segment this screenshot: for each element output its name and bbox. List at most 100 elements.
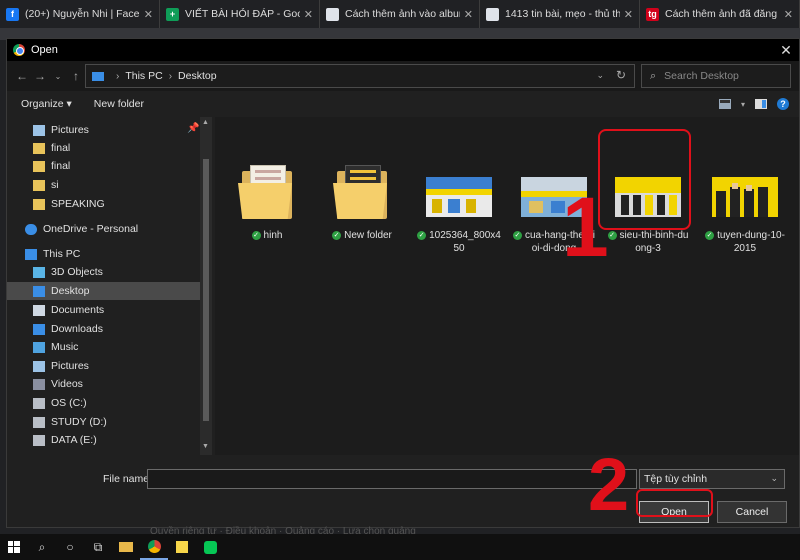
sidebar-item-pictures[interactable]: Pictures	[7, 357, 200, 375]
sidebar-item-label: Videos	[51, 378, 83, 390]
desktop-icon	[33, 285, 45, 297]
close-icon[interactable]: ✕	[773, 42, 799, 59]
close-tab-icon[interactable]: ✕	[304, 8, 313, 21]
file-name-text: New folder	[344, 230, 392, 241]
cancel-button[interactable]: Cancel	[717, 501, 787, 523]
line-app-icon[interactable]	[196, 534, 224, 560]
view-options-icon[interactable]	[718, 99, 731, 109]
recent-locations-chevron-icon[interactable]: ⌄	[49, 72, 67, 81]
scroll-up-icon[interactable]: ▲	[202, 119, 209, 126]
search-icon: ⌕	[650, 69, 657, 82]
task-view-icon[interactable]: ⧉	[84, 534, 112, 560]
scroll-thumb[interactable]	[203, 159, 209, 421]
close-tab-icon[interactable]: ✕	[144, 8, 153, 21]
search-placeholder: Search Desktop	[664, 70, 739, 82]
chrome-icon	[13, 44, 25, 56]
file-item[interactable]: ✓ sieu-thi-binh-duong-3	[606, 165, 690, 255]
refresh-icon[interactable]: ↻	[616, 68, 626, 82]
folder-icon	[33, 198, 45, 210]
close-tab-icon[interactable]: ✕	[624, 8, 633, 21]
computer-icon	[25, 248, 37, 260]
search-icon[interactable]: ⌕	[28, 534, 56, 560]
browser-tab[interactable]: Cách thêm ảnh vào album ✕	[320, 0, 480, 28]
file-name-label: File name:	[103, 473, 153, 485]
sidebar-item-os-c[interactable]: OS (C:)	[7, 394, 200, 412]
sidebar-item-final[interactable]: final	[7, 139, 200, 157]
file-name-text: tuyen-dung-10-2015	[717, 230, 785, 254]
sidebar-item-label: 3D Objects	[51, 266, 103, 278]
sidebar-item-speaking[interactable]: SPEAKING	[7, 195, 200, 213]
file-name: ✓ hinh	[225, 229, 309, 242]
folder-icon	[33, 179, 45, 191]
sidebar-item-study-d[interactable]: STUDY (D:)	[7, 413, 200, 431]
command-bar: Organize ▾ New folder ▾ ?	[7, 92, 799, 116]
sidebar-item-music[interactable]: Music	[7, 338, 200, 356]
forward-arrow-icon[interactable]: →	[31, 69, 49, 83]
sidebar-item-final[interactable]: final	[7, 157, 200, 175]
sidebar-item-data-e[interactable]: DATA (E:)	[7, 431, 200, 449]
file-name: ✓ tuyen-dung-10-2015	[703, 229, 787, 255]
sidebar-item-label: final	[51, 160, 71, 172]
this-pc-icon	[92, 71, 104, 81]
file-explorer-icon[interactable]	[112, 534, 140, 560]
sidebar-item-label: STUDY (D:)	[51, 416, 107, 428]
breadcrumb-desktop[interactable]: Desktop	[178, 70, 217, 82]
browser-tab[interactable]: tg Cách thêm ảnh đã đăng vào ✕	[640, 0, 800, 28]
browser-tab-title: VIẾT BÀI HỎI ĐÁP - Google Sheets	[185, 8, 300, 20]
new-folder-button[interactable]: New folder	[94, 98, 144, 110]
sidebar-item-label: Pictures	[51, 360, 89, 372]
cube-icon	[33, 266, 45, 278]
browser-tab-title: 1413 tin bài, mẹo - thủ thuật	[505, 8, 620, 20]
browser-tab[interactable]: + VIẾT BÀI HỎI ĐÁP - Google Sheets ✕	[160, 0, 320, 28]
windows-start-icon[interactable]	[0, 534, 28, 560]
pictures-icon	[33, 360, 45, 372]
breadcrumb-separator-icon: ›	[116, 70, 120, 82]
browser-tab[interactable]: f (20+) Nguyễn Nhi | Facebook ✕	[0, 0, 160, 28]
cortana-icon[interactable]: ○	[56, 534, 84, 560]
file-item[interactable]: ✓ New folder	[320, 165, 404, 242]
scroll-down-icon[interactable]: ▼	[202, 443, 209, 450]
sidebar-item-downloads[interactable]: Downloads	[7, 320, 200, 338]
help-icon[interactable]: ?	[777, 98, 789, 110]
search-input[interactable]: ⌕ Search Desktop	[641, 64, 791, 88]
drive-icon	[33, 397, 45, 409]
sidebar-item-label: This PC	[43, 248, 81, 260]
organize-button[interactable]: Organize ▾	[21, 98, 72, 110]
sidebar-item-3d-objects[interactable]: 3D Objects	[7, 263, 200, 281]
sidebar-item-documents[interactable]: Documents	[7, 301, 200, 319]
browser-tab[interactable]: 1413 tin bài, mẹo - thủ thuật ✕	[480, 0, 640, 28]
browser-tab-title: Cách thêm ảnh vào album	[345, 8, 460, 20]
chrome-taskbar-icon[interactable]	[140, 534, 168, 560]
breadcrumb-this-pc[interactable]: This PC	[125, 70, 162, 82]
browser-tab-title: Cách thêm ảnh đã đăng vào	[665, 8, 780, 20]
sidebar-item-videos[interactable]: Videos	[7, 375, 200, 393]
back-arrow-icon[interactable]: ←	[13, 69, 31, 83]
sidebar-item-label: OneDrive - Personal	[43, 223, 139, 235]
sidebar-item-label: Music	[51, 341, 79, 353]
sidebar-item-this-pc[interactable]: This PC	[7, 245, 200, 263]
navigation-scrollbar[interactable]: ▲ ▼	[200, 117, 212, 455]
file-item[interactable]: ✓ 1025364_800x450	[417, 165, 501, 255]
file-name: ✓ 1025364_800x450	[417, 229, 501, 255]
close-tab-icon[interactable]: ✕	[464, 8, 473, 21]
sidebar-item-label: Pictures	[51, 124, 89, 136]
file-name-input[interactable]	[147, 469, 637, 489]
address-bar[interactable]: › This PC › Desktop ⌄ ↻	[85, 64, 635, 88]
preview-pane-icon[interactable]	[755, 99, 767, 109]
browser-tab-title: (20+) Nguyễn Nhi | Facebook	[25, 8, 140, 20]
file-type-select[interactable]: Tệp tùy chỉnh ⌄	[639, 469, 785, 489]
sidebar-item-si[interactable]: si	[7, 176, 200, 194]
sidebar-item-label: DATA (E:)	[51, 434, 97, 446]
address-dropdown-icon[interactable]: ⌄	[596, 70, 604, 81]
file-item[interactable]: ✓ hinh	[225, 165, 309, 242]
up-arrow-icon[interactable]: ↑	[67, 69, 85, 83]
sidebar-item-onedrive-personal[interactable]: OneDrive - Personal	[7, 220, 200, 238]
sidebar-item-label: Desktop	[51, 285, 90, 297]
view-dropdown-icon[interactable]: ▾	[741, 100, 745, 109]
close-tab-icon[interactable]: ✕	[784, 8, 793, 21]
step-number-2: 2	[588, 443, 630, 526]
sidebar-item-pictures[interactable]: Pictures	[7, 121, 200, 139]
sidebar-item-desktop[interactable]: Desktop	[7, 282, 200, 300]
file-item[interactable]: ✓ tuyen-dung-10-2015	[703, 165, 787, 255]
sticky-notes-icon[interactable]	[168, 534, 196, 560]
